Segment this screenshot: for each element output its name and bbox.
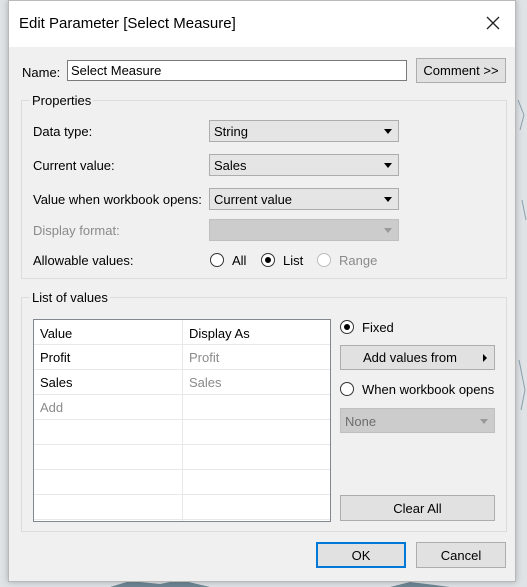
cancel-button[interactable]: Cancel (416, 542, 506, 568)
name-input[interactable] (67, 60, 407, 81)
table-header-row: Value Display As (34, 320, 330, 345)
data-type-label: Data type: (33, 124, 93, 139)
current-value-label: Current value: (33, 158, 115, 173)
workbook-opens-label: Value when workbook opens: (33, 192, 202, 207)
add-values-from-label: Add values from (363, 350, 457, 365)
title-bar: Edit Parameter [Select Measure] (9, 1, 515, 47)
add-values-from-button[interactable]: Add values from (340, 345, 495, 370)
workbook-opens-source-value: None (345, 414, 377, 429)
values-table[interactable]: Value Display As Profit Profit Sales Sal… (33, 319, 331, 522)
radio-all-label[interactable]: All (232, 253, 246, 268)
column-header-display-as: Display As (189, 326, 250, 341)
display-format-dropdown (209, 219, 399, 241)
row-value[interactable]: Profit (40, 350, 70, 365)
chevron-down-icon (480, 419, 488, 424)
chevron-right-icon (483, 354, 487, 362)
dialog-title: Edit Parameter [Select Measure] (19, 15, 236, 32)
radio-list[interactable] (261, 253, 275, 267)
chevron-down-icon (384, 197, 392, 202)
allowable-values-label: Allowable values: (33, 253, 134, 268)
chevron-down-icon (384, 228, 392, 233)
row-display-as[interactable]: Profit (189, 350, 219, 365)
radio-fixed-label[interactable]: Fixed (362, 320, 394, 335)
workbook-opens-value: Current value (214, 192, 293, 207)
workbook-opens-source-dropdown: None (340, 408, 495, 433)
current-value-dropdown[interactable]: Sales (209, 154, 399, 176)
radio-fixed[interactable] (340, 320, 354, 334)
background-map-fragment (517, 99, 527, 411)
radio-list-label[interactable]: List (283, 253, 303, 268)
column-header-value: Value (40, 326, 73, 341)
table-row-add[interactable]: Add (34, 395, 330, 420)
radio-range-label: Range (339, 253, 378, 268)
workbook-opens-dropdown[interactable]: Current value (209, 188, 399, 210)
display-format-label: Display format: (33, 223, 120, 238)
chevron-down-icon (384, 129, 392, 134)
current-value-value: Sales (214, 158, 247, 173)
name-label: Name: (22, 65, 61, 80)
list-of-values-group-label: List of values (30, 290, 110, 305)
comment-button[interactable]: Comment >> (416, 58, 506, 83)
data-type-dropdown[interactable]: String (209, 120, 399, 142)
table-row-empty (34, 495, 330, 520)
row-value[interactable]: Sales (40, 375, 73, 390)
row-display-as[interactable]: Sales (189, 375, 222, 390)
table-row[interactable]: Sales Sales (34, 370, 330, 395)
table-row[interactable]: Profit Profit (34, 345, 330, 370)
clear-all-button[interactable]: Clear All (340, 495, 495, 521)
radio-range (317, 253, 331, 267)
properties-group-label: Properties (30, 93, 94, 108)
table-row-empty (34, 445, 330, 470)
add-row-placeholder[interactable]: Add (40, 400, 63, 415)
radio-when-workbook-opens-label[interactable]: When workbook opens (362, 382, 494, 397)
edit-parameter-dialog: Edit Parameter [Select Measure] Name: Co… (8, 0, 516, 582)
table-row-empty (34, 420, 330, 445)
ok-button[interactable]: OK (316, 542, 406, 568)
close-icon[interactable] (481, 11, 505, 35)
chevron-down-icon (384, 163, 392, 168)
radio-all[interactable] (210, 253, 224, 267)
data-type-value: String (214, 124, 248, 139)
radio-when-workbook-opens[interactable] (340, 382, 354, 396)
table-row-empty (34, 470, 330, 495)
